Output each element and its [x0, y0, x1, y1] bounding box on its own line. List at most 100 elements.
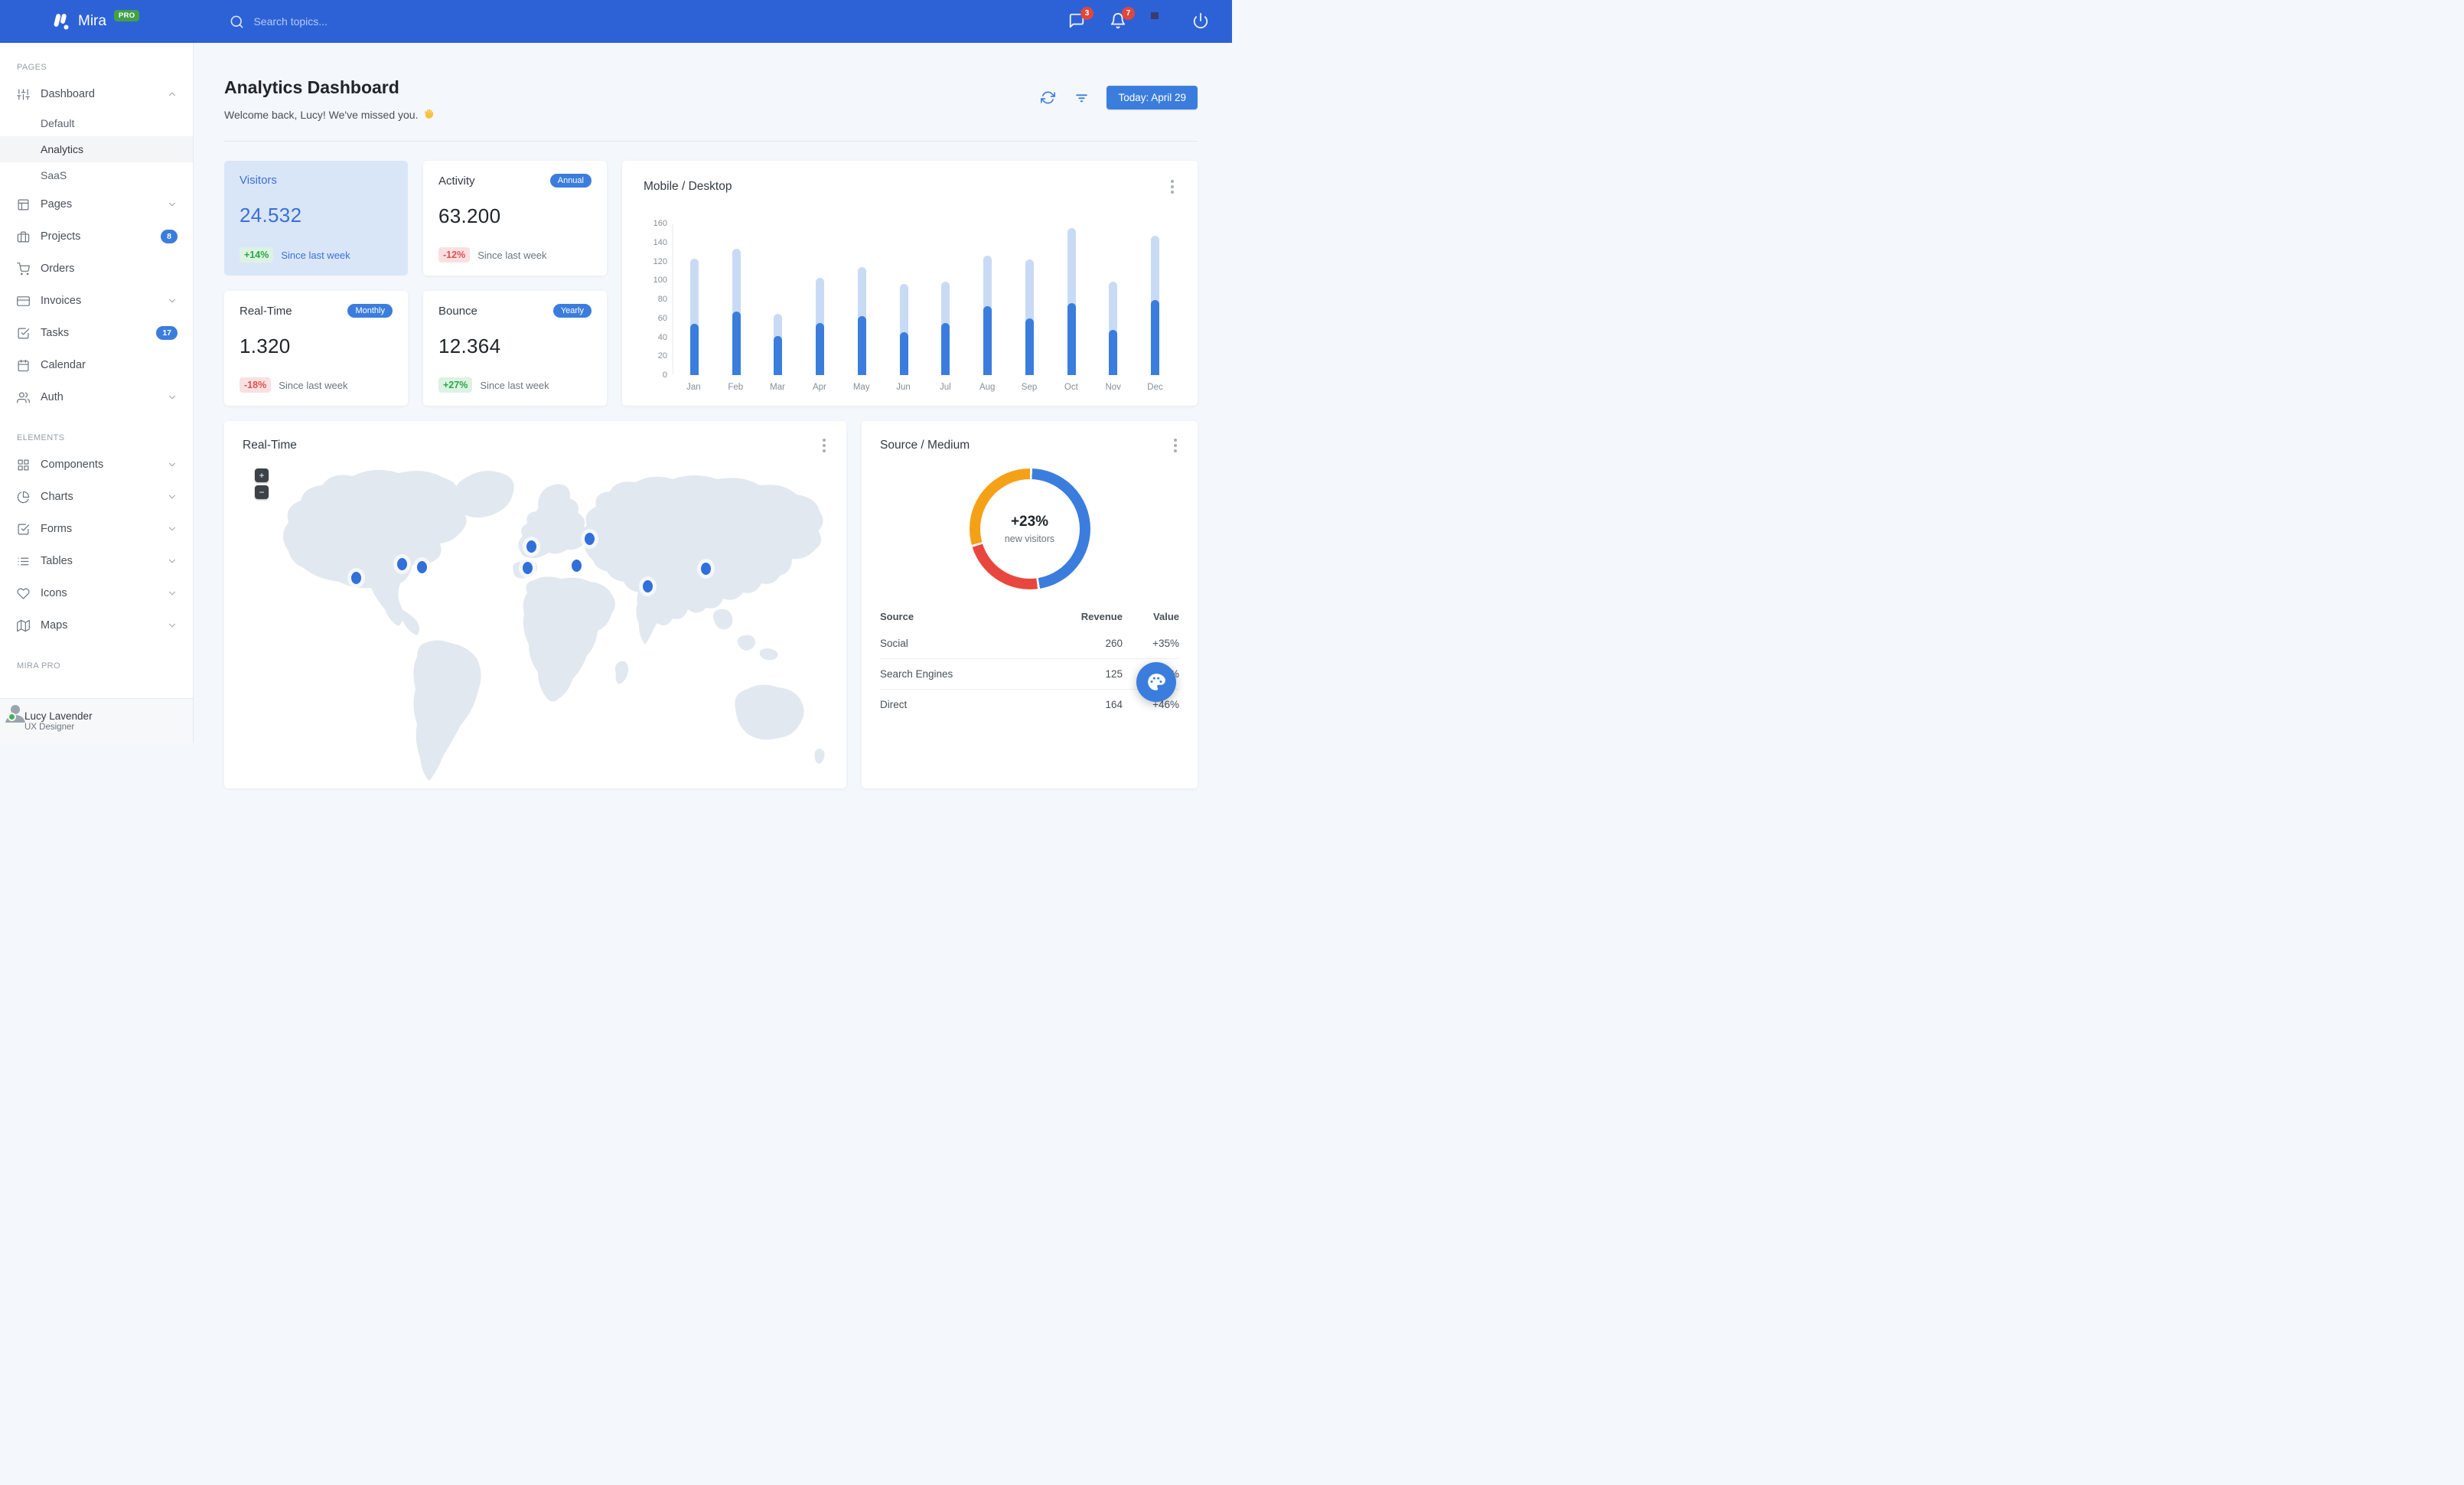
user-name: Lucy Lavender — [24, 710, 93, 722]
chevron-down-icon — [169, 623, 175, 628]
sidebar-item-tables[interactable]: Tables — [0, 545, 193, 577]
sidebar-item-pages[interactable]: Pages — [0, 188, 193, 220]
realtime-map-menu-button[interactable] — [820, 436, 828, 455]
messages-button[interactable]: 3 — [1068, 7, 1093, 31]
world-map — [283, 469, 825, 781]
map-zoom-out-button[interactable]: − — [255, 485, 269, 499]
stat-cards-grid: Visitors 24.532 +14% Since last week Activit… — [224, 161, 607, 406]
notifications-button[interactable]: 7 — [1110, 7, 1135, 31]
source-table: Source Revenue Value Social 260 +35% Search E… — [880, 605, 1179, 720]
map-icon — [17, 619, 30, 632]
language-button[interactable] — [1151, 12, 1169, 31]
sidebar-item-forms[interactable]: Forms — [0, 513, 193, 545]
brand[interactable]: Mira PRO — [51, 10, 140, 31]
stat-card-real-time: Real-Time Monthly 1.320 -18% Since last week — [224, 291, 408, 406]
calendar-icon — [18, 359, 29, 371]
stat-title: Visitors — [240, 174, 277, 187]
sliders-icon — [17, 89, 30, 100]
source-table-row-search-engines: Search Engines125-12% — [880, 658, 1179, 690]
stat-value: 24.532 — [240, 204, 302, 227]
traffic-chart-menu-button[interactable] — [1168, 178, 1176, 196]
sidebar-item-invoices[interactable]: Invoices — [0, 285, 193, 317]
chevron-down-icon — [169, 462, 175, 467]
donut-center-label: new visitors — [1004, 534, 1055, 544]
sidebar-item-tasks[interactable]: Tasks 17 — [0, 317, 193, 349]
sidebar-subitem-analytics[interactable]: Analytics — [0, 136, 193, 162]
stat-title: Real-Time — [240, 304, 292, 318]
mira-logo-icon — [54, 14, 69, 30]
navbar-actions: 3 7 — [1068, 7, 1232, 31]
map-marker-2[interactable] — [397, 558, 407, 570]
map-marker-4[interactable] — [526, 540, 536, 553]
stat-period-badge: Yearly — [552, 304, 592, 318]
revenue-cell: 260 — [1105, 638, 1123, 649]
source-table-row-social: Social 260 +35% — [880, 628, 1179, 659]
search-icon — [231, 15, 243, 28]
users-icon — [17, 392, 30, 403]
map-marker-8[interactable] — [643, 580, 653, 592]
bar-jun — [899, 284, 908, 375]
user-role: UX Designer — [24, 723, 75, 732]
sidebar-user-footer[interactable]: Lucy Lavender UX Designer — [0, 698, 193, 742]
main-content: Analytics Dashboard Welcome back, Lucy! … — [194, 43, 1232, 788]
search-input[interactable] — [253, 15, 438, 28]
chevron-down-icon — [169, 559, 175, 563]
refresh-button[interactable] — [1039, 90, 1056, 106]
map-marker-6[interactable] — [585, 533, 595, 545]
sidebar-item-auth[interactable]: Auth — [0, 381, 193, 413]
traffic-chart-title: Mobile / Desktop — [644, 180, 732, 193]
theme-settings-fab[interactable] — [1136, 662, 1176, 702]
sidebar-badge: 8 — [161, 230, 178, 243]
sidebar-item-components[interactable]: Components — [0, 449, 193, 481]
sidebar-item-charts[interactable]: Charts — [0, 481, 193, 513]
notifications-count-badge: 7 — [1122, 7, 1135, 20]
bar-dec — [1151, 236, 1160, 375]
check-square-icon — [18, 328, 30, 338]
sidebar-item-dashboard[interactable]: Dashboard — [0, 78, 193, 110]
date-range-button[interactable]: Today: April 29 — [1107, 86, 1198, 109]
source-table-header-revenue: Revenue — [1080, 611, 1123, 622]
bar-nov — [1109, 281, 1118, 375]
sidebar-item-orders[interactable]: Orders — [0, 253, 193, 285]
map-marker-7[interactable] — [572, 560, 582, 572]
y-axis-tick: 140 — [653, 237, 667, 247]
sidebar-section-mira-pro: MIRA PRO — [17, 661, 60, 671]
bar-feb — [732, 249, 741, 375]
header-divider — [224, 141, 1198, 142]
refresh-icon — [1040, 91, 1055, 104]
map-marker-3[interactable] — [417, 561, 427, 573]
sidebar-item-icons[interactable]: Icons — [0, 577, 193, 609]
sidebar-item-calendar[interactable]: Calendar — [0, 349, 193, 381]
chevron-down-icon — [169, 202, 175, 207]
stat-card-bounce: Bounce Yearly 12.364 +27% Since last week — [423, 291, 607, 406]
map-marker-5[interactable] — [523, 562, 533, 574]
stat-delta-badge: +14% — [240, 247, 274, 263]
navbar-search — [230, 15, 438, 29]
stat-title: Bounce — [438, 304, 477, 318]
waving-hand-icon — [425, 109, 434, 119]
source-medium-title: Source / Medium — [880, 439, 970, 452]
source-table-header-source: Source — [880, 611, 914, 622]
sidebar-section-elements: ELEMENTS — [17, 433, 65, 442]
stat-note: Since last week — [279, 379, 348, 391]
map-marker-9[interactable] — [701, 563, 711, 575]
sidebar-item-maps[interactable]: Maps — [0, 609, 193, 641]
source-table-row-direct: Direct 164 +46% — [880, 689, 1179, 720]
chevron-down-icon — [169, 299, 175, 303]
sidebar-subitem-saas[interactable]: SaaS — [0, 162, 193, 188]
sidebar-subitem-default[interactable]: Default — [0, 110, 193, 136]
y-axis-tick: 0 — [662, 370, 667, 380]
y-axis-tick: 100 — [653, 276, 667, 286]
sidebar-section-pages: PAGES — [17, 63, 47, 72]
map-zoom-in-button[interactable]: + — [255, 468, 269, 482]
bar-chart: 0 20 40 60 80 100 120 140 160 Jan Feb Mar Apr May Jun… — [644, 219, 1176, 392]
source-medium-menu-button[interactable] — [1172, 436, 1179, 455]
bar-mar — [774, 313, 783, 375]
filter-button[interactable] — [1073, 90, 1090, 106]
map-marker-1[interactable] — [351, 572, 361, 584]
cart-icon — [17, 262, 30, 275]
sidebar-item-projects[interactable]: Projects 8 — [0, 220, 193, 253]
logout-button[interactable] — [1192, 12, 1211, 31]
palette-icon — [1148, 674, 1165, 690]
y-axis-tick: 20 — [657, 351, 667, 361]
